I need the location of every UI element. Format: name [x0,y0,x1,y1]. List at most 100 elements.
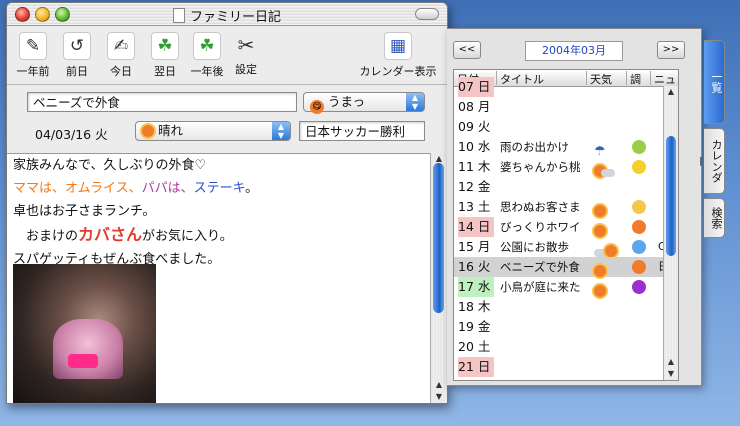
table-row[interactable]: 12 金 [454,177,678,197]
diary-text-run: おまけの [13,229,79,244]
today-button[interactable]: ✍ 今日 [101,32,141,79]
calendar-icon: ▦ [384,32,412,60]
table-row[interactable]: 19 金 [454,317,678,337]
scroll-up-icon[interactable]: ▲ [431,379,447,391]
previous-day-button[interactable]: ↺ 前日 [57,32,97,79]
sun-icon [142,125,154,137]
table-row[interactable]: 18 木 [454,297,678,317]
child-photo [13,264,156,403]
back-arrow-icon: ↺ [63,32,91,60]
tab-calendar[interactable]: カレンダー [694,128,725,194]
row-date: 10 水 [458,139,491,154]
table-row[interactable]: 10 水雨のお出かけ ☂ [454,137,678,159]
row-date: 14 日 [458,217,494,237]
row-title: 小鳥が庭に来た [500,280,581,294]
table-row[interactable]: 11 木婆ちゃんから桃 [454,157,678,177]
calendar-scrollbar[interactable]: ▲ ▲ ▼ [663,86,678,380]
surprised-face-icon [632,200,646,214]
tools-icon: ✂ [237,33,255,57]
prev-month-button[interactable]: << [453,41,481,59]
quill-back-icon: ✎ [19,32,47,60]
calendar-scroll-thumb[interactable] [666,136,676,256]
cloud-sun-icon [594,243,617,258]
table-row[interactable]: 17 水小鳥が庭に来た [454,277,678,297]
diary-scroll-thumb[interactable] [433,163,444,313]
table-row[interactable]: 08 月 [454,97,678,117]
diary-text-area[interactable]: 家族みんなで、久しぶりの外食♡ ママは、オムライス、パパは、ステーキ。 卓也はお子さ… [7,153,431,403]
row-date: 13 土 [458,199,491,214]
sun-cloud-icon [594,163,615,178]
row-date: 07 日 [458,77,494,97]
sun-icon [594,265,606,277]
diary-text-run: 家族みんなで、久しぶりの外食♡ [13,158,207,173]
table-row[interactable]: 14 日びっくりホワイ [454,217,678,237]
diary-text-run: 。 [245,181,259,196]
next-month-button[interactable]: >> [657,41,685,59]
table-row[interactable]: 13 土思わぬお客さま [454,197,678,217]
weather-popup[interactable]: 晴れ ▲ ▼ [135,121,291,141]
one-year-after-button[interactable]: ☘ 一年後 [187,32,227,79]
row-date: 19 金 [458,319,491,334]
tab-search[interactable]: 検索 [704,198,725,238]
scroll-down-icon[interactable]: ▼ [664,368,678,380]
sad-face-icon [632,140,646,154]
calendar-drawer: << 2004年03月 >> 日付 タイトル 天気 調 ニュ 07 日08 月0… [447,28,702,386]
mood-popup[interactable]: 😋 うまっ ▲ ▼ [303,92,425,114]
love-face-icon [632,260,646,274]
next-day-button[interactable]: ☘ 翌日 [145,32,185,79]
calendar-table: 日付 タイトル 天気 調 ニュ 07 日08 月09 火10 水雨のお出かけ☂1… [453,69,679,381]
love-face-icon [632,220,646,234]
table-row[interactable]: 21 日 [454,357,678,377]
scroll-down-icon[interactable]: ▼ [431,391,447,403]
settings-button[interactable]: ✂ 設定 [226,32,266,77]
table-row[interactable]: 09 火 [454,117,678,137]
window-title: ファミリー日記 [7,6,447,25]
photo-cup [68,354,98,368]
sun-icon [594,205,606,217]
table-row[interactable]: 07 日 [454,77,678,97]
row-date: 08 月 [458,99,491,114]
table-row[interactable]: 20 土 [454,337,678,357]
diary-text: 家族みんなで、久しぶりの外食♡ ママは、オムライス、パパは、ステーキ。 卓也はお子さ… [7,154,431,271]
row-title: 婆ちゃんから桃 [500,160,581,174]
purple-face-icon [632,280,646,294]
popup-arrow-icon: ▲ ▼ [406,93,424,111]
entry-date: 04/03/16 火 [35,127,108,142]
diary-text-run: パパは、 [141,181,194,196]
toolbar-label: 一年前 [16,65,50,78]
toolbar-label: カレンダー表示 [359,65,437,78]
row-date: 09 火 [458,119,491,134]
document-icon [172,8,185,23]
row-title: 公園にお散歩 [500,240,569,254]
diary-line: ママは、オムライス、パパは、ステーキ。 [13,177,431,200]
table-rows: 07 日 08 月 09 火 10 水雨のお出かけ ☂ 11 木婆ちゃんから桃 12 金 13… [454,77,678,377]
clover-forward-icon: ☘ [151,32,179,60]
toolbar-toggle-button[interactable] [415,8,439,20]
row-date: 15 月 [458,239,491,254]
month-label: 2004年03月 [525,41,623,61]
toolbar: ✎ 一年前 ↺ 前日 ✍ 今日 ☘ 翌日 ☘ 一年後 ✂ 設定 ▦ カレンダー表… [7,26,447,85]
row-date: 16 火 [458,259,491,274]
diary-text-run: ステーキ [193,181,246,196]
toolbar-label: 前日 [66,65,88,78]
diary-window: ファミリー日記 ✎ 一年前 ↺ 前日 ✍ 今日 ☘ 翌日 ☘ 一年後 ✂ 設定 … [6,2,448,404]
photo-shirt [53,319,123,379]
scroll-up-icon[interactable]: ▲ [664,356,678,368]
calendar-view-button[interactable]: ▦ カレンダー表示 [357,32,439,79]
table-row[interactable]: 16 火ベニーズで外食日本 [454,257,678,277]
row-date: 18 木 [458,299,491,314]
tab-list[interactable]: 一覧 [704,40,725,124]
news-field[interactable]: 日本サッカー勝利 [299,121,425,141]
title-bar[interactable]: ファミリー日記 [7,3,447,26]
entry-title-field[interactable]: ベニーズで外食 [27,92,297,112]
diary-line: 家族みんなで、久しぶりの外食♡ [13,154,431,177]
one-year-before-button[interactable]: ✎ 一年前 [13,32,53,79]
table-row[interactable]: 15 月公園にお散歩Qち [454,237,678,257]
toolbar-label: 翌日 [154,65,176,78]
row-date: 21 日 [458,357,494,377]
today-quill-icon: ✍ [107,32,135,60]
diary-scrollbar[interactable]: ▲ ▲ ▼ [430,153,447,403]
scroll-up-icon[interactable]: ▲ [664,86,678,98]
diary-text-run: ママは、オムライス、 [13,181,142,196]
row-date: 20 土 [458,339,491,354]
